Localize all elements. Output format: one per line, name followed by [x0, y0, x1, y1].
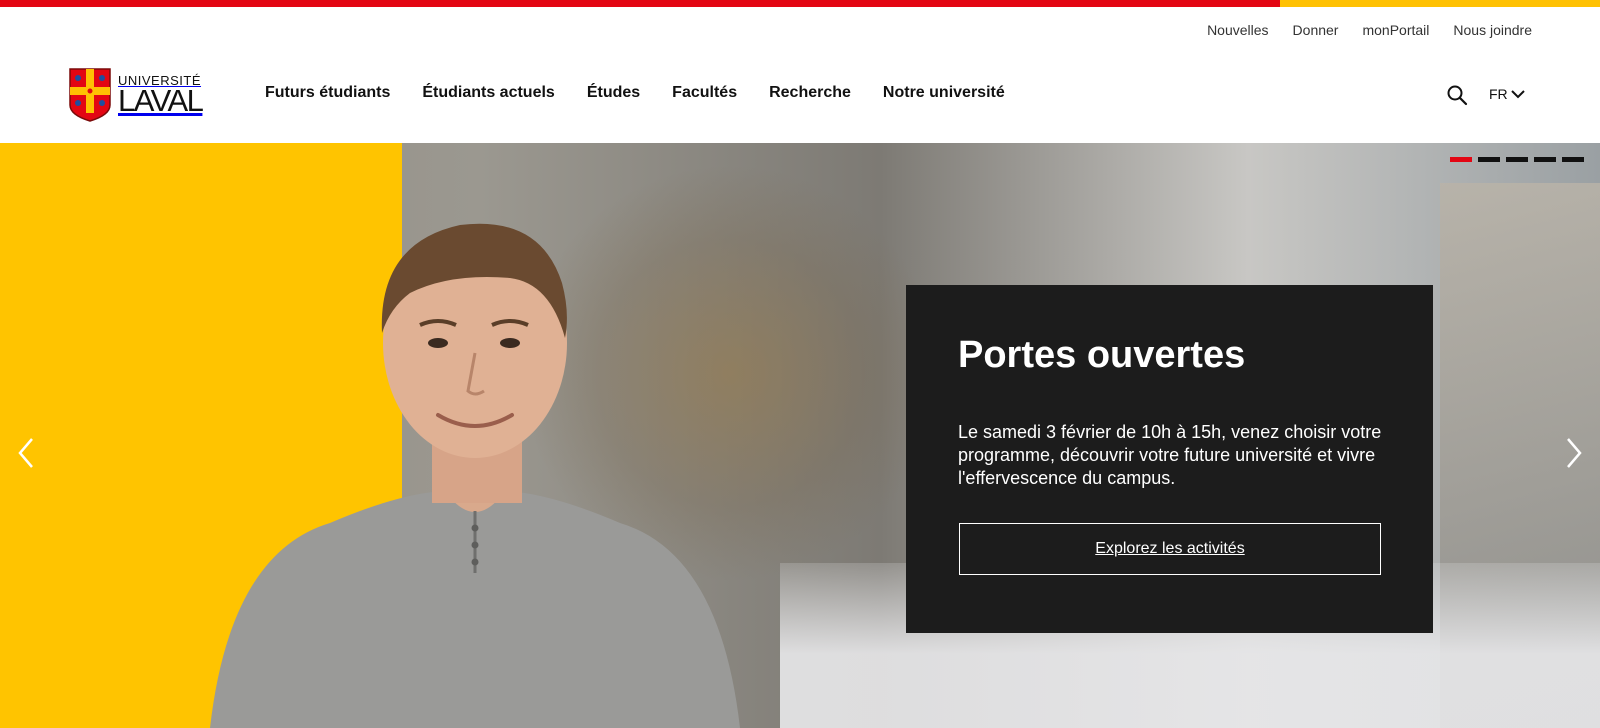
- main-nav: Futurs étudiants Étudiants actuels Étude…: [265, 84, 1005, 102]
- utility-link-donner[interactable]: Donner: [1293, 22, 1339, 38]
- hero-title: Portes ouvertes: [958, 334, 1246, 376]
- top-color-strip: [0, 0, 1600, 7]
- slide-indicator-2[interactable]: [1478, 157, 1500, 162]
- nav-recherche[interactable]: Recherche: [769, 84, 851, 102]
- language-selector[interactable]: FR: [1489, 86, 1525, 102]
- chevron-down-icon: [1510, 90, 1525, 99]
- slide-indicator-1[interactable]: [1450, 157, 1472, 162]
- nav-futurs-etudiants[interactable]: Futurs étudiants: [265, 84, 390, 102]
- university-logo[interactable]: UNIVERSITÉ LAVAL: [68, 67, 208, 123]
- utility-link-nous-joindre[interactable]: Nous joindre: [1453, 22, 1532, 38]
- explore-activities-button[interactable]: Explorez les activités: [959, 523, 1381, 575]
- hero-student-photo: [210, 223, 740, 728]
- utility-nav: Nouvelles Donner monPortail Nous joindre: [1207, 22, 1532, 38]
- nav-etudes[interactable]: Études: [587, 84, 640, 102]
- slide-indicator-5[interactable]: [1562, 157, 1584, 162]
- slide-indicator-3[interactable]: [1506, 157, 1528, 162]
- utility-link-monportail[interactable]: monPortail: [1362, 22, 1429, 38]
- logo-line2: LAVAL: [118, 83, 204, 118]
- hero-description: Le samedi 3 février de 10h à 15h, venez …: [958, 421, 1382, 488]
- chevron-right-icon: [1567, 438, 1582, 468]
- hero-carousel: Portes ouvertes Le samedi 3 février de 1…: [0, 143, 1600, 728]
- search-button[interactable]: [1446, 84, 1468, 106]
- nav-notre-universite[interactable]: Notre université: [883, 84, 1005, 102]
- hero-card: Portes ouvertes Le samedi 3 février de 1…: [906, 285, 1433, 633]
- slide-indicators: [1450, 157, 1584, 162]
- nav-facultes[interactable]: Facultés: [672, 84, 737, 102]
- logo-wordmark: UNIVERSITÉ LAVAL: [118, 74, 204, 118]
- crest-icon: [69, 68, 111, 122]
- strip-red: [0, 0, 1280, 7]
- nav-etudiants-actuels[interactable]: Étudiants actuels: [422, 84, 554, 102]
- strip-yellow: [1280, 0, 1600, 7]
- carousel-next-button[interactable]: [1562, 435, 1586, 471]
- slide-indicator-4[interactable]: [1534, 157, 1556, 162]
- utility-link-nouvelles[interactable]: Nouvelles: [1207, 22, 1268, 38]
- chevron-left-icon: [18, 438, 33, 468]
- language-label: FR: [1489, 86, 1508, 102]
- search-icon: [1447, 85, 1468, 106]
- carousel-prev-button[interactable]: [14, 435, 38, 471]
